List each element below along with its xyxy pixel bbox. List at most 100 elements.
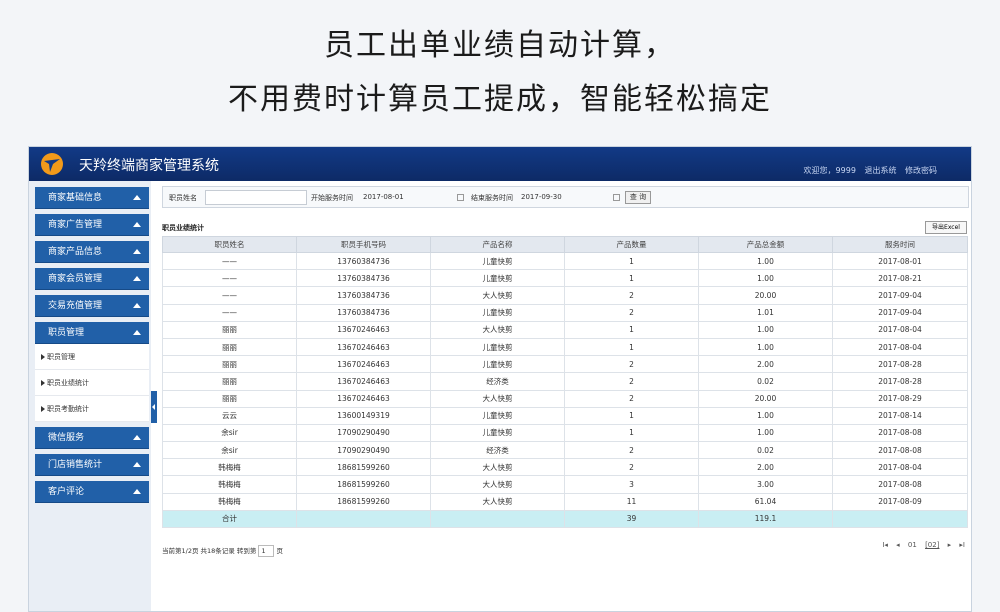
chevron-up-icon: [133, 489, 141, 494]
table-cell: 13670246463: [296, 337, 431, 357]
col-header[interactable]: 职员姓名: [162, 236, 297, 253]
sidebar-item-members[interactable]: 商家会员管理: [35, 268, 149, 290]
table-cell: 2017-08-04: [832, 458, 968, 477]
page-jump-input[interactable]: 1: [258, 545, 275, 557]
submenu-staff-attendance[interactable]: 职员考勤统计: [35, 396, 149, 422]
total-cell: 39: [564, 509, 699, 529]
col-header[interactable]: 服务时间: [832, 236, 968, 253]
total-cell: [430, 509, 565, 529]
sidebar-item-ads[interactable]: 商家广告管理: [35, 214, 149, 236]
table-row[interactable]: 韩梅梅 18681599260 大人快剪 3 3.00 2017-08-08: [162, 475, 968, 494]
sidebar-collapse-handle[interactable]: [151, 391, 157, 423]
table-cell: 1: [564, 251, 699, 271]
caret-right-icon: [41, 380, 45, 386]
table-cell: 儿童快剪: [430, 423, 565, 443]
table-cell: 11: [564, 492, 699, 511]
table-cell: ——: [162, 303, 297, 322]
table-cell: 儿童快剪: [430, 355, 565, 374]
table-header-row: 职员姓名 职员手机号码 产品名称 产品数量 产品总金额 服务时间: [162, 236, 968, 253]
col-header[interactable]: 产品数量: [564, 236, 699, 253]
table-cell: 13670246463: [296, 355, 431, 374]
col-header[interactable]: 产品总金额: [698, 236, 833, 253]
table-row[interactable]: 丽丽 13670246463 大人快剪 1 1.00 2017-08-04: [162, 320, 968, 339]
table-row[interactable]: 余sir 17090290490 经济类 2 0.02 2017-08-08: [162, 441, 968, 460]
export-excel-button[interactable]: 导出Excel: [925, 221, 967, 234]
table-row[interactable]: 韩梅梅 18681599260 大人快剪 2 2.00 2017-08-04: [162, 458, 968, 477]
change-password-link[interactable]: 修改密码: [905, 166, 937, 175]
table-cell: 2017-08-28: [832, 372, 968, 391]
sidebar-item-store-sales[interactable]: 门店销售统计: [35, 454, 149, 476]
calendar-icon[interactable]: [457, 194, 464, 201]
last-page-icon[interactable]: ▸I: [959, 541, 965, 549]
table-row[interactable]: 韩梅梅 18681599260 大人快剪 11 61.04 2017-08-09: [162, 492, 968, 511]
table-cell: 1.00: [698, 406, 833, 425]
table-row[interactable]: 云云 13600149319 儿童快剪 1 1.00 2017-08-14: [162, 406, 968, 425]
prev-page-icon[interactable]: ◂: [896, 541, 900, 549]
table-row[interactable]: —— 13760384736 儿童快剪 1 1.00 2017-08-21: [162, 269, 968, 288]
sidebar-item-staff[interactable]: 职员管理: [35, 322, 149, 344]
table-cell: 1.01: [698, 303, 833, 322]
col-header[interactable]: 产品名称: [430, 236, 565, 253]
table-cell: 18681599260: [296, 492, 431, 511]
table-cell: 余sir: [162, 423, 297, 443]
sidebar-item-reviews[interactable]: 客户评论: [35, 481, 149, 503]
table-cell: 1.00: [698, 269, 833, 288]
table-cell: 61.04: [698, 492, 833, 511]
query-button[interactable]: 查 询: [625, 191, 651, 204]
table-cell: 13760384736: [296, 303, 431, 322]
col-header[interactable]: 职员手机号码: [296, 236, 431, 253]
table-row[interactable]: —— 13760384736 儿童快剪 2 1.01 2017-09-04: [162, 303, 968, 322]
sidebar-item-recharge[interactable]: 交易充值管理: [35, 295, 149, 317]
submenu-staff-performance[interactable]: 职员业绩统计: [35, 370, 149, 396]
end-time-label: 结束服务时间: [471, 194, 513, 202]
submenu-staff-manage[interactable]: 职员管理: [35, 344, 149, 370]
sidebar-item-wechat[interactable]: 微信服务: [35, 427, 149, 449]
page-link-2[interactable]: [02]: [925, 541, 939, 549]
table-cell: ——: [162, 269, 297, 288]
table-row[interactable]: 丽丽 13670246463 儿童快剪 2 2.00 2017-08-28: [162, 355, 968, 374]
table-cell: 0.02: [698, 372, 833, 391]
table-cell: 18681599260: [296, 458, 431, 477]
table-cell: 云云: [162, 406, 297, 425]
table-body: —— 13760384736 儿童快剪 1 1.00 2017-08-01 —— 137603…: [162, 251, 968, 529]
section-title: 职员业绩统计: [162, 224, 204, 232]
table-cell: 韩梅梅: [162, 475, 297, 494]
table-cell: 2: [564, 389, 699, 408]
table-cell: 大人快剪: [430, 475, 565, 494]
table-cell: 17090290490: [296, 441, 431, 460]
logout-link[interactable]: 退出系统: [864, 166, 896, 175]
table-cell: 2017-08-28: [832, 355, 968, 374]
sidebar-item-merchant-info[interactable]: 商家基础信息: [35, 187, 149, 209]
table-cell: 3.00: [698, 475, 833, 494]
table-cell: 2017-08-04: [832, 337, 968, 357]
first-page-icon[interactable]: I◂: [882, 541, 888, 549]
staff-submenu: 职员管理 职员业绩统计 职员考勤统计: [35, 344, 149, 422]
next-page-icon[interactable]: ▸: [948, 541, 952, 549]
table-cell: 13670246463: [296, 320, 431, 339]
table-row[interactable]: 余sir 17090290490 儿童快剪 1 1.00 2017-08-08: [162, 423, 968, 443]
table-cell: 儿童快剪: [430, 337, 565, 357]
sidebar-item-label: 商家广告管理: [48, 220, 103, 230]
total-cell: [832, 509, 968, 529]
table-row[interactable]: 丽丽 13670246463 经济类 2 0.02 2017-08-28: [162, 372, 968, 391]
table-row[interactable]: —— 13760384736 儿童快剪 1 1.00 2017-08-01: [162, 251, 968, 271]
table-row[interactable]: 丽丽 13670246463 大人快剪 2 20.00 2017-08-29: [162, 389, 968, 408]
table-cell: 余sir: [162, 441, 297, 460]
table-cell: 2017-09-04: [832, 303, 968, 322]
chevron-up-icon: [133, 435, 141, 440]
table-cell: 韩梅梅: [162, 492, 297, 511]
table-cell: 2: [564, 372, 699, 391]
calendar-icon[interactable]: [613, 194, 620, 201]
table-cell: 13670246463: [296, 389, 431, 408]
sidebar-item-products[interactable]: 商家产品信息: [35, 241, 149, 263]
table-row[interactable]: —— 13760384736 大人快剪 2 20.00 2017-09-04: [162, 286, 968, 305]
sidebar-item-label: 商家产品信息: [48, 247, 103, 257]
table-cell: 13760384736: [296, 251, 431, 271]
staff-name-input[interactable]: [205, 190, 307, 205]
table-cell: 2: [564, 441, 699, 460]
table-row[interactable]: 丽丽 13670246463 儿童快剪 1 1.00 2017-08-04: [162, 337, 968, 357]
end-time-input[interactable]: 2017-09-30: [517, 190, 623, 205]
table-cell: 大人快剪: [430, 458, 565, 477]
table-cell: 大人快剪: [430, 320, 565, 339]
start-time-input[interactable]: 2017-08-01: [359, 190, 467, 205]
